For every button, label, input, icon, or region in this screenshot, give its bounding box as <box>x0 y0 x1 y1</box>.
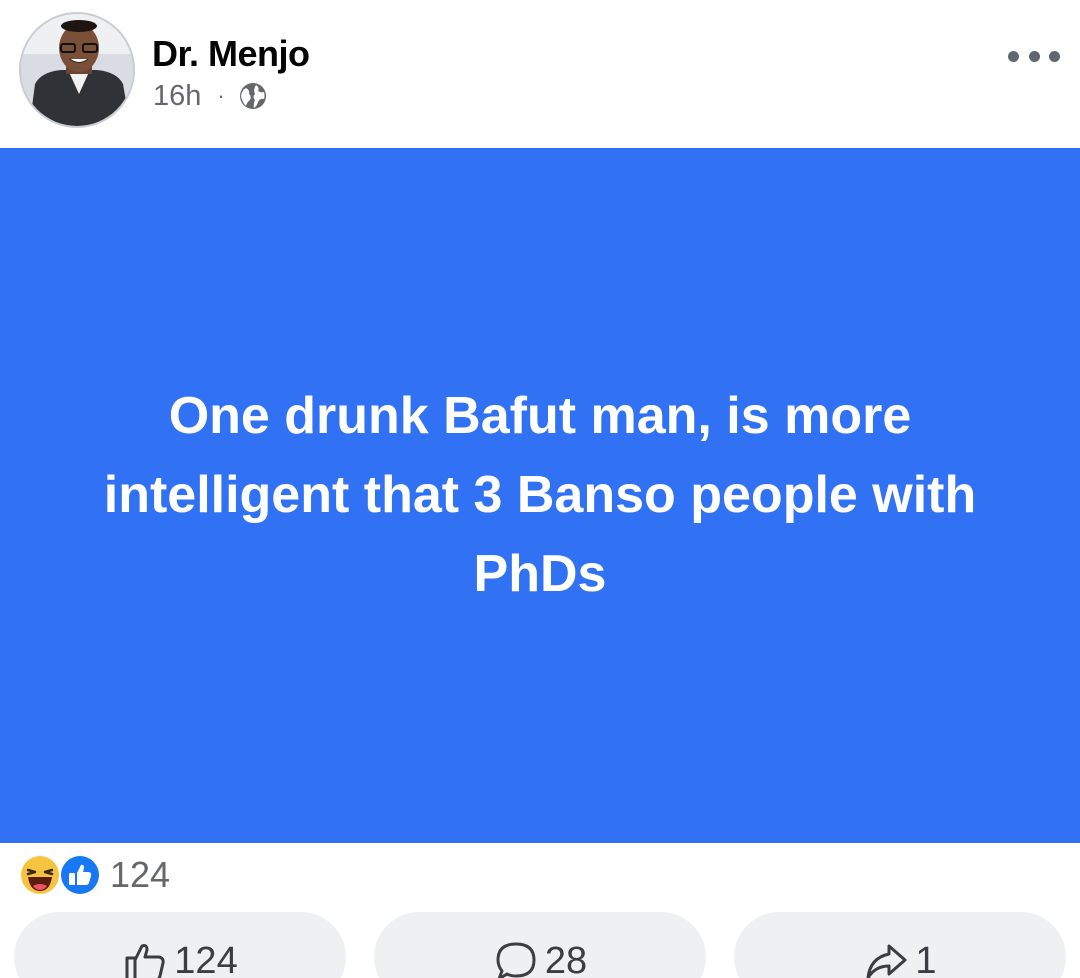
action-bar: 124 28 1 <box>0 912 1080 978</box>
haha-reaction-icon <box>19 854 61 896</box>
post-text: One drunk Bafut man, is more intelligent… <box>103 387 977 603</box>
comment-count: 28 <box>544 940 588 978</box>
more-dot-icon <box>1028 50 1040 62</box>
post-background[interactable]: One drunk Bafut man, is more intelligent… <box>0 148 1080 843</box>
more-options-button[interactable] <box>1008 42 1060 70</box>
post-header: Dr. Menjo 16h · <box>0 0 1080 148</box>
meta-separator: · <box>217 83 225 108</box>
share-icon <box>866 944 907 978</box>
reactions-summary[interactable]: 124 <box>18 852 170 898</box>
like-count: 124 <box>174 940 238 978</box>
share-count: 1 <box>915 940 937 978</box>
post-meta: 16h · <box>153 79 269 113</box>
post-time[interactable]: 16h <box>153 80 201 113</box>
comment-icon <box>496 942 536 978</box>
like-reaction-icon <box>59 854 101 896</box>
author-name[interactable]: Dr. Menjo <box>152 33 310 75</box>
author-avatar[interactable] <box>19 12 135 128</box>
avatar-photo <box>21 14 133 126</box>
comment-button[interactable]: 28 <box>374 912 706 978</box>
more-dot-icon <box>1049 50 1060 62</box>
more-dot-icon <box>1008 50 1019 62</box>
like-button[interactable]: 124 <box>14 912 346 978</box>
globe-icon <box>239 83 266 109</box>
share-button[interactable]: 1 <box>734 912 1066 978</box>
reaction-count: 124 <box>110 854 171 895</box>
thumbs-up-icon <box>125 944 165 978</box>
